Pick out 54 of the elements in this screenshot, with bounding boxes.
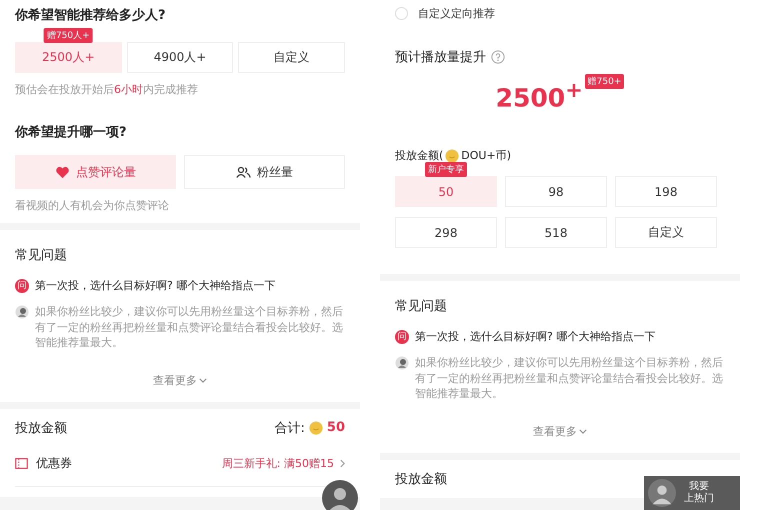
hint-text: 看视频的人有机会为你点赞评论 (15, 198, 170, 213)
question-text[interactable]: 第一次投，选什么目标好啊? 哪个大神给指点一下 (415, 329, 656, 344)
heart-icon (55, 166, 70, 178)
section-title: 你希望提升哪一项? (15, 124, 128, 141)
section-title: 常见问题 (15, 247, 68, 264)
bonus-badge: 赠750+ (584, 74, 624, 89)
question-text[interactable]: 第一次投，选什么目标好啊? 哪个大神给指点一下 (35, 278, 276, 293)
coupon-label: 优惠券 (36, 454, 72, 472)
amount-option[interactable]: 198 (615, 176, 717, 207)
bonus-badge: 赠750人+ (44, 28, 93, 43)
coin-icon (308, 420, 323, 435)
chevron-down-icon (199, 378, 207, 383)
total-label: 合计: (274, 420, 305, 437)
user-icon (395, 356, 409, 370)
coupon-link[interactable]: 周三新手礼: 满50赠15 (222, 456, 345, 471)
section-title: 投放金额 (395, 470, 447, 488)
section-title: 投放金额 (15, 420, 67, 437)
amount-option[interactable]: 298 (395, 217, 497, 248)
answer-text: 如果你粉丝比较少，建议你可以先用粉丝量这个目标养粉，然后有了一定的粉丝再把粉丝量和点赞评论量结合看投会比较好。选智能推荐量最大。 (415, 355, 724, 402)
section-title: 常见问题 (395, 298, 448, 315)
goal-button[interactable]: 点赞评论量 (15, 155, 176, 189)
amount-option[interactable]: 98 (505, 176, 607, 207)
total-amount: 50 (326, 420, 345, 436)
amount-option[interactable]: 自定义 (615, 217, 717, 248)
coupon-icon (15, 458, 28, 469)
radio-button[interactable] (395, 7, 408, 20)
question-icon: 问 (15, 278, 29, 292)
option-button[interactable]: 自定义 (238, 42, 345, 73)
section-title: 你希望智能推荐给多少人? (15, 6, 167, 24)
people-icon (236, 166, 251, 178)
section-title: 预计播放量提升 (395, 49, 486, 66)
show-more-link[interactable]: 查看更多 (153, 372, 207, 388)
amount-option[interactable]: 50 (395, 176, 497, 207)
coin-icon (445, 148, 460, 162)
help-icon[interactable] (491, 50, 505, 64)
amount-option[interactable]: 518 (505, 217, 607, 248)
radio-label: 自定义定向推荐 (418, 6, 495, 21)
answer-text: 如果你粉丝比较少，建议你可以先用粉丝量这个目标养粉，然后有了一定的粉丝再把粉丝量和点赞评论量结合看投会比较好。选智能推荐量最大。 (35, 304, 344, 351)
chevron-right-icon (340, 458, 345, 468)
trending-button[interactable]: 我要 上热门 (644, 476, 740, 510)
chevron-down-icon (579, 428, 587, 434)
user-icon (15, 305, 29, 319)
amount-label: 投放金额( (395, 148, 444, 163)
option-button[interactable]: 2500人+ (15, 42, 122, 73)
show-more-link[interactable]: 查看更多 (533, 424, 587, 439)
currency-label: DOU+币) (461, 148, 511, 163)
option-button[interactable]: 4900人+ (126, 42, 234, 73)
avatar-icon[interactable] (322, 480, 358, 510)
hint-text: 预估会在投放开始后6小时内完成推荐 (15, 82, 199, 97)
new-user-badge: 新户专享 (425, 162, 467, 177)
question-icon: 问 (395, 330, 409, 344)
estimate-value: 2500$^{+}$ (496, 78, 583, 110)
avatar-icon (648, 479, 676, 507)
goal-button[interactable]: 粉丝量 (184, 155, 345, 189)
